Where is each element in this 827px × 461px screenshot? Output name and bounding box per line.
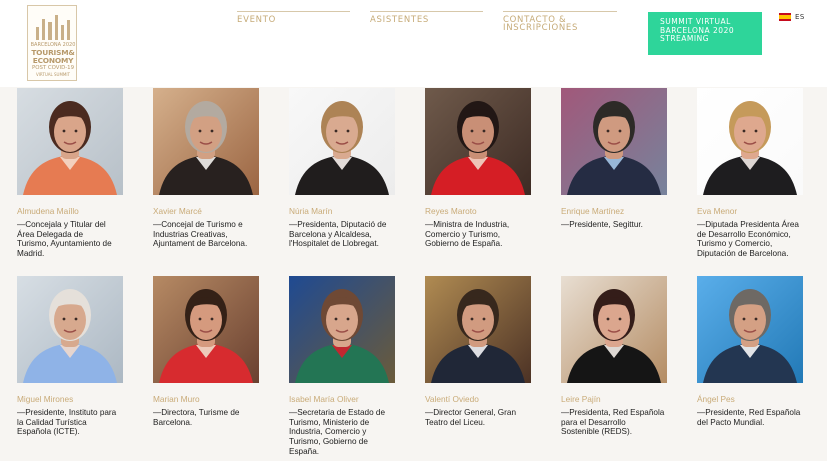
speaker-name[interactable]: Núria Marín: [289, 206, 409, 216]
speaker-photo[interactable]: [561, 88, 667, 195]
speaker-role: —Directora, Turisme de Barcelona.: [153, 408, 240, 427]
speaker-photo[interactable]: [153, 276, 259, 383]
speaker-photo[interactable]: [561, 276, 667, 383]
speaker-name[interactable]: Xavier Marcé: [153, 206, 273, 216]
site-header: BARCELONA 2020 TOURISM& ECONOMY POST COV…: [0, 0, 827, 87]
speaker-portrait-icon: [17, 276, 123, 383]
speaker-photo[interactable]: [425, 88, 531, 195]
speaker-name[interactable]: Ángel Pes: [697, 394, 817, 404]
speaker-name[interactable]: Leire Pajín: [561, 394, 681, 404]
summit-streaming-button[interactable]: SUMMIT VIRTUAL BARCELONA 2020 STREAMING: [648, 12, 762, 55]
logo-skyline-icon: [36, 12, 71, 40]
nav-contacto-label: CONTACTO & INSCRIPCIONES: [503, 15, 579, 33]
logo-line-3: ECONOMY: [32, 56, 74, 65]
language-code: ES: [795, 13, 805, 21]
speakers-grid: Almudena Maíllo —Concejala y Titular del …: [0, 87, 827, 461]
speaker-name[interactable]: Enrique Martínez: [561, 206, 681, 216]
speaker-name[interactable]: Eva Menor: [697, 206, 817, 216]
spanish-flag-icon: [779, 13, 791, 21]
nav-contacto-inscripciones[interactable]: CONTACTO & INSCRIPCIONES: [503, 11, 617, 32]
speaker-role: —Ministra de Industria, Comercio y Turis…: [425, 220, 510, 249]
speaker-name[interactable]: Isabel María Oliver: [289, 394, 409, 404]
speaker-portrait-icon: [289, 88, 395, 195]
speaker-photo[interactable]: [289, 88, 395, 195]
speaker-role: —Presidente, Segittur.: [561, 220, 643, 229]
nav-evento[interactable]: EVENTO: [237, 11, 350, 24]
speaker-portrait-icon: [697, 88, 803, 195]
speaker-photo[interactable]: [17, 276, 123, 383]
speaker-name[interactable]: Reyes Maroto: [425, 206, 545, 216]
speaker-portrait-icon: [425, 88, 531, 195]
logo-line-4: POST COVID-19: [31, 65, 75, 71]
speaker-photo[interactable]: [697, 88, 803, 195]
speaker-photo[interactable]: [289, 276, 395, 383]
speaker-role: —Presidente, Instituto para la Calidad T…: [17, 408, 117, 437]
speaker-name[interactable]: Almudena Maíllo: [17, 206, 137, 216]
speaker-portrait-icon: [153, 88, 259, 195]
speaker-name[interactable]: Marian Muro: [153, 394, 273, 404]
speaker-role: —Concejal de Turismo e Industrias Creati…: [153, 220, 248, 249]
speaker-portrait-icon: [561, 88, 667, 195]
speaker-portrait-icon: [289, 276, 395, 383]
summit-logo[interactable]: BARCELONA 2020 TOURISM& ECONOMY POST COV…: [27, 5, 77, 81]
speaker-portrait-icon: [697, 276, 803, 383]
speaker-role: —Presidente, Red Española del Pacto Mund…: [697, 408, 801, 427]
speaker-portrait-icon: [153, 276, 259, 383]
speaker-name[interactable]: Miguel Mirones: [17, 394, 137, 404]
speaker-photo[interactable]: [425, 276, 531, 383]
speaker-name[interactable]: Valentí Oviedo: [425, 394, 545, 404]
speaker-portrait-icon: [561, 276, 667, 383]
speaker-role: —Presidenta, Diputació de Barcelona y Al…: [289, 220, 387, 249]
summit-streaming-label: SUMMIT VIRTUAL BARCELONA 2020 STREAMING: [660, 17, 735, 43]
speaker-role: —Concejala y Titular del Área Delegada d…: [17, 220, 112, 259]
speaker-role: —Secretaria de Estado de Turismo, Minist…: [289, 408, 386, 456]
speaker-role: —Presidenta, Red Española para el Desarr…: [561, 408, 665, 437]
speaker-portrait-icon: [425, 276, 531, 383]
logo-line-5: VIRTUAL SUMMIT: [35, 72, 70, 77]
language-selector[interactable]: ES: [779, 12, 805, 22]
speaker-photo[interactable]: [17, 88, 123, 195]
speaker-photo[interactable]: [697, 276, 803, 383]
nav-asistentes[interactable]: ASISTENTES: [370, 11, 483, 24]
speaker-role: —Diputada Presidenta Área de Desarrollo …: [697, 220, 799, 259]
speaker-photo[interactable]: [153, 88, 259, 195]
speaker-portrait-icon: [17, 88, 123, 195]
speaker-role: —Director General, Gran Teatro del Liceu…: [425, 408, 517, 427]
